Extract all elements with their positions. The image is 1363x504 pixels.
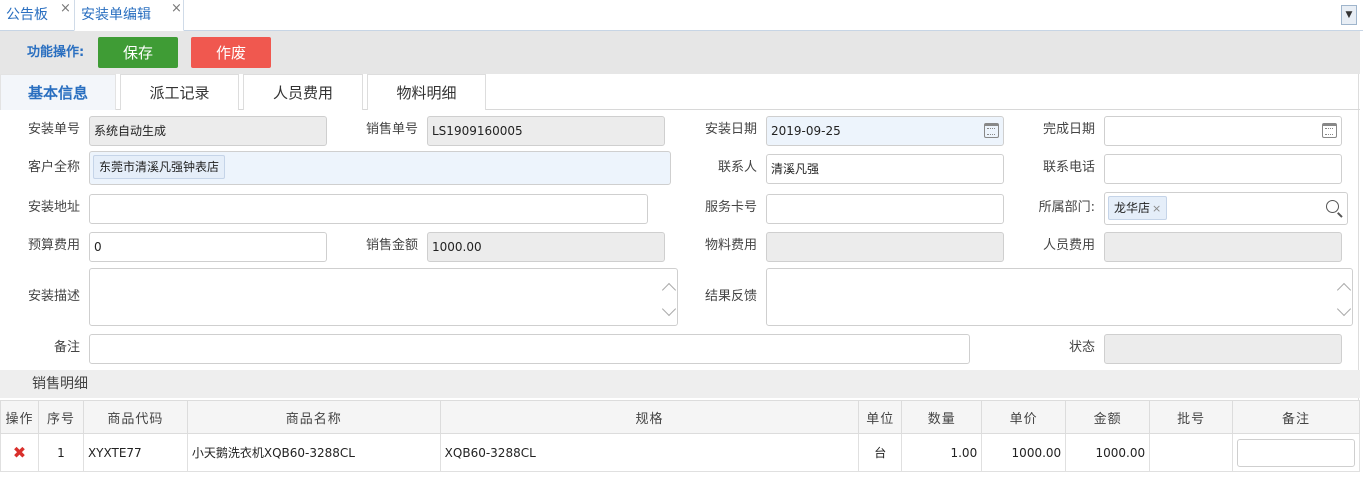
table-header: 操作 序号 商品代码 商品名称 规格 单位 数量 单价 金额 批号 备注 (0, 400, 1360, 434)
sale-amount-label: 销售金额 (365, 238, 418, 253)
staff-fee-label: 人员费用 (1042, 238, 1095, 253)
scroll-down-icon[interactable] (1336, 301, 1352, 317)
col-name: 商品名称 (186, 400, 441, 434)
col-amount: 金额 (1065, 400, 1151, 434)
row-remark (1232, 433, 1360, 472)
delete-icon[interactable]: ✖ (13, 443, 26, 462)
save-button[interactable]: 保存 (98, 37, 178, 68)
calendar-icon[interactable] (984, 123, 999, 138)
staff-fee-field[interactable] (1104, 232, 1342, 262)
tab-dropdown-icon[interactable]: ▼ (1341, 5, 1357, 25)
service-card-field[interactable] (766, 194, 1004, 224)
col-seq: 序号 (37, 400, 84, 434)
finish-date-field[interactable] (1104, 116, 1342, 146)
col-price: 单价 (981, 400, 1067, 434)
budget-field[interactable]: 0 (89, 232, 327, 262)
row-name: 小天鹅洗衣机XQB60-3288CL (186, 433, 441, 472)
phone-label: 联系电话 (1042, 160, 1095, 175)
install-date-value: 2019-09-25 (771, 124, 841, 138)
department-label: 所属部门: (1038, 200, 1095, 215)
close-icon[interactable]: × (60, 1, 71, 16)
inner-tabs: 基本信息 派工记录 人员费用 物料明细 (0, 74, 1360, 110)
scroll-up-icon[interactable] (1336, 282, 1352, 298)
row-amount: 1000.00 (1065, 433, 1151, 472)
material-fee-label: 物料费用 (704, 238, 757, 253)
install-date-label: 安装日期 (704, 122, 757, 137)
table-row: ✖ 1 XYXTE77 小天鹅洗衣机XQB60-3288CL XQB60-328… (0, 433, 1360, 472)
tab-strip: 公告板 × 安装单编辑 × ▼ (0, 0, 1363, 31)
department-tag-text: 龙华店 (1114, 201, 1151, 215)
service-card-label: 服务卡号 (704, 200, 757, 215)
install-no-label: 安装单号 (27, 122, 80, 137)
void-button[interactable]: 作废 (191, 37, 271, 68)
remark-label: 备注 (53, 340, 80, 355)
desc-textarea[interactable] (89, 268, 678, 326)
col-qty: 数量 (901, 400, 983, 434)
remark-cell-input[interactable] (1237, 438, 1355, 467)
install-date-field[interactable]: 2019-09-25 (766, 116, 1004, 146)
material-fee-field[interactable] (766, 232, 1004, 262)
sale-no-label: 销售单号 (365, 122, 418, 137)
desc-label: 安装描述 (27, 289, 80, 304)
remove-tag-icon[interactable]: × (1152, 202, 1161, 215)
contact-field[interactable]: 清溪凡强 (766, 154, 1004, 184)
sales-detail-section: 销售明细 (0, 370, 1360, 398)
status-field[interactable] (1104, 334, 1342, 364)
customer-tag: 东莞市清溪凡强钟表店 (93, 155, 226, 179)
search-icon[interactable] (1326, 200, 1339, 213)
contact-label: 联系人 (717, 160, 757, 175)
tab-material-detail[interactable]: 物料明细 (367, 74, 486, 110)
col-unit: 单位 (858, 400, 903, 434)
sales-detail-table: 操作 序号 商品代码 商品名称 规格 单位 数量 单价 金额 批号 备注 ✖ 1… (0, 400, 1360, 472)
row-price: 1000.00 (981, 433, 1067, 472)
tab-dispatch-records[interactable]: 派工记录 (120, 74, 239, 110)
department-tag: 龙华店 × (1108, 196, 1168, 220)
feedback-textarea[interactable] (766, 268, 1353, 326)
remark-field[interactable] (89, 334, 970, 364)
col-action: 操作 (0, 400, 39, 434)
department-field[interactable]: 龙华店 × (1104, 192, 1348, 225)
customer-label: 客户全称 (27, 160, 80, 175)
toolbar-label: 功能操作: (27, 45, 85, 60)
col-remark: 备注 (1232, 400, 1360, 434)
col-spec: 规格 (439, 400, 860, 434)
feedback-label: 结果反馈 (704, 289, 757, 304)
close-icon[interactable]: × (171, 1, 182, 16)
tab-staff-fee[interactable]: 人员费用 (243, 74, 363, 110)
col-code: 商品代码 (82, 400, 188, 434)
row-action: ✖ (0, 433, 39, 472)
tab-bulletin[interactable]: 公告板 × (0, 0, 72, 31)
row-code: XYXTE77 (82, 433, 188, 472)
customer-field[interactable]: 东莞市清溪凡强钟表店 (89, 151, 671, 185)
sale-amount-field[interactable]: 1000.00 (427, 232, 665, 262)
row-seq: 1 (37, 433, 84, 472)
sale-no-field[interactable]: LS1909160005 (427, 116, 665, 146)
row-batch (1149, 433, 1234, 472)
tab-install-edit[interactable]: 安装单编辑 × (74, 0, 184, 31)
row-unit: 台 (858, 433, 903, 472)
row-spec: XQB60-3288CL (439, 433, 860, 472)
install-no-field[interactable]: 系统自动生成 (89, 116, 327, 146)
phone-field[interactable] (1104, 154, 1342, 184)
toolbar: 功能操作: 保存 作废 (0, 31, 1360, 74)
section-title: 销售明细 (32, 376, 88, 392)
row-qty: 1.00 (901, 433, 983, 472)
address-label: 安装地址 (27, 200, 80, 215)
status-label: 状态 (1068, 340, 1095, 355)
address-field[interactable] (89, 194, 648, 224)
budget-label: 预算费用 (27, 238, 80, 253)
tab-install-edit-label: 安装单编辑 (81, 6, 151, 23)
tab-basic-info[interactable]: 基本信息 (0, 74, 116, 110)
calendar-icon[interactable] (1322, 123, 1337, 138)
tab-bulletin-label: 公告板 (6, 7, 48, 23)
finish-date-label: 完成日期 (1042, 122, 1095, 137)
col-batch: 批号 (1149, 400, 1234, 434)
